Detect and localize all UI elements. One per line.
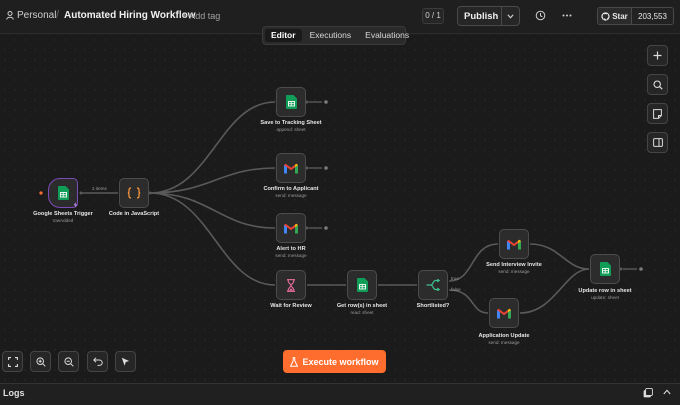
node-label: Save to Tracking Sheet <box>260 120 322 126</box>
gmail-icon <box>507 239 521 249</box>
node-wait-for-review[interactable] <box>276 270 306 300</box>
zoom-out-icon <box>63 356 74 367</box>
node-label: Confirm to Applicant <box>263 186 319 192</box>
node-label: Alert to HR <box>276 246 306 252</box>
hourglass-icon <box>287 278 295 292</box>
node-label: Shortlisted? <box>416 303 450 309</box>
google-sheets-icon <box>599 262 611 276</box>
google-sheets-icon <box>356 278 368 292</box>
code-braces-icon <box>127 187 141 199</box>
view-tabs: Editor Executions Evaluations <box>262 26 409 45</box>
node-confirm-to-applicant[interactable] <box>276 153 306 183</box>
zoom-in-icon <box>35 356 46 367</box>
gmail-icon <box>497 308 511 318</box>
node-label: Send Interview Invite <box>486 262 542 268</box>
tab-editor[interactable]: Editor <box>265 29 302 42</box>
popout-icon[interactable] <box>643 388 653 398</box>
execute-workflow-button[interactable]: Execute workflow <box>283 350 386 373</box>
zoom-out-button[interactable] <box>58 351 79 372</box>
node-subtitle: send: message <box>498 269 530 274</box>
node-subtitle: rowAdded <box>52 218 74 223</box>
execute-label: Execute workflow <box>302 356 379 367</box>
node-shortlisted-if[interactable] <box>418 270 448 300</box>
node-alert-to-hr[interactable] <box>276 213 306 243</box>
fit-view-button[interactable] <box>2 351 23 372</box>
panel-icon <box>652 138 663 147</box>
node-subtitle: send: message <box>275 253 307 258</box>
google-sheets-icon <box>285 95 297 109</box>
node-label: Application Update <box>478 333 530 339</box>
node-label: Code in JavaScript <box>108 211 160 217</box>
search-nodes-button[interactable] <box>647 74 668 95</box>
sticky-note-button[interactable] <box>647 103 668 124</box>
edge-false-label: false <box>451 287 461 292</box>
node-subtitle: send: message <box>275 193 307 198</box>
add-node-button[interactable] <box>647 45 668 66</box>
trigger-bolt-icon <box>73 202 78 208</box>
node-subtitle: send: message <box>488 340 520 345</box>
node-update-row-in-sheet[interactable] <box>590 254 620 284</box>
undo-icon <box>92 357 103 366</box>
pointer-mode-button[interactable] <box>115 351 136 372</box>
flask-icon <box>290 356 299 367</box>
sticky-note-icon <box>653 108 662 119</box>
node-code-javascript[interactable] <box>119 178 149 208</box>
gmail-icon <box>284 163 298 173</box>
undo-button[interactable] <box>87 351 108 372</box>
edge-code-wait <box>149 192 276 286</box>
zoom-in-button[interactable] <box>30 351 51 372</box>
edge-items-label: 2 items <box>92 186 107 191</box>
if-branch-icon <box>426 279 440 291</box>
node-get-rows-in-sheet[interactable] <box>347 270 377 300</box>
cursor-icon <box>121 357 130 366</box>
node-application-update[interactable] <box>489 298 519 328</box>
toggle-panel-button[interactable] <box>647 132 668 153</box>
node-save-tracking-sheet[interactable] <box>276 87 306 117</box>
logs-panel-bar[interactable]: Logs <box>0 383 680 405</box>
edge-true-label: true <box>451 276 459 281</box>
node-google-sheets-trigger[interactable] <box>48 178 78 208</box>
plus-icon <box>653 51 662 60</box>
search-icon <box>652 79 663 90</box>
node-subtitle: update: sheet <box>591 295 619 300</box>
chevron-up-icon[interactable] <box>663 389 671 395</box>
edge-code-save <box>149 101 276 194</box>
fit-view-icon <box>7 356 18 367</box>
node-subtitle: append: sheet <box>276 127 306 132</box>
tab-evaluations[interactable]: Evaluations <box>359 29 415 42</box>
workflow-connections <box>39 100 643 314</box>
node-subtitle: read: sheet <box>350 310 374 315</box>
node-send-interview-invite[interactable] <box>499 229 529 259</box>
node-label: Update row in sheet <box>578 288 632 294</box>
tab-executions[interactable]: Executions <box>304 29 358 42</box>
logs-label: Logs <box>3 388 25 398</box>
google-sheets-icon <box>57 186 69 200</box>
gmail-icon <box>284 223 298 233</box>
edge-false-update <box>448 289 489 314</box>
